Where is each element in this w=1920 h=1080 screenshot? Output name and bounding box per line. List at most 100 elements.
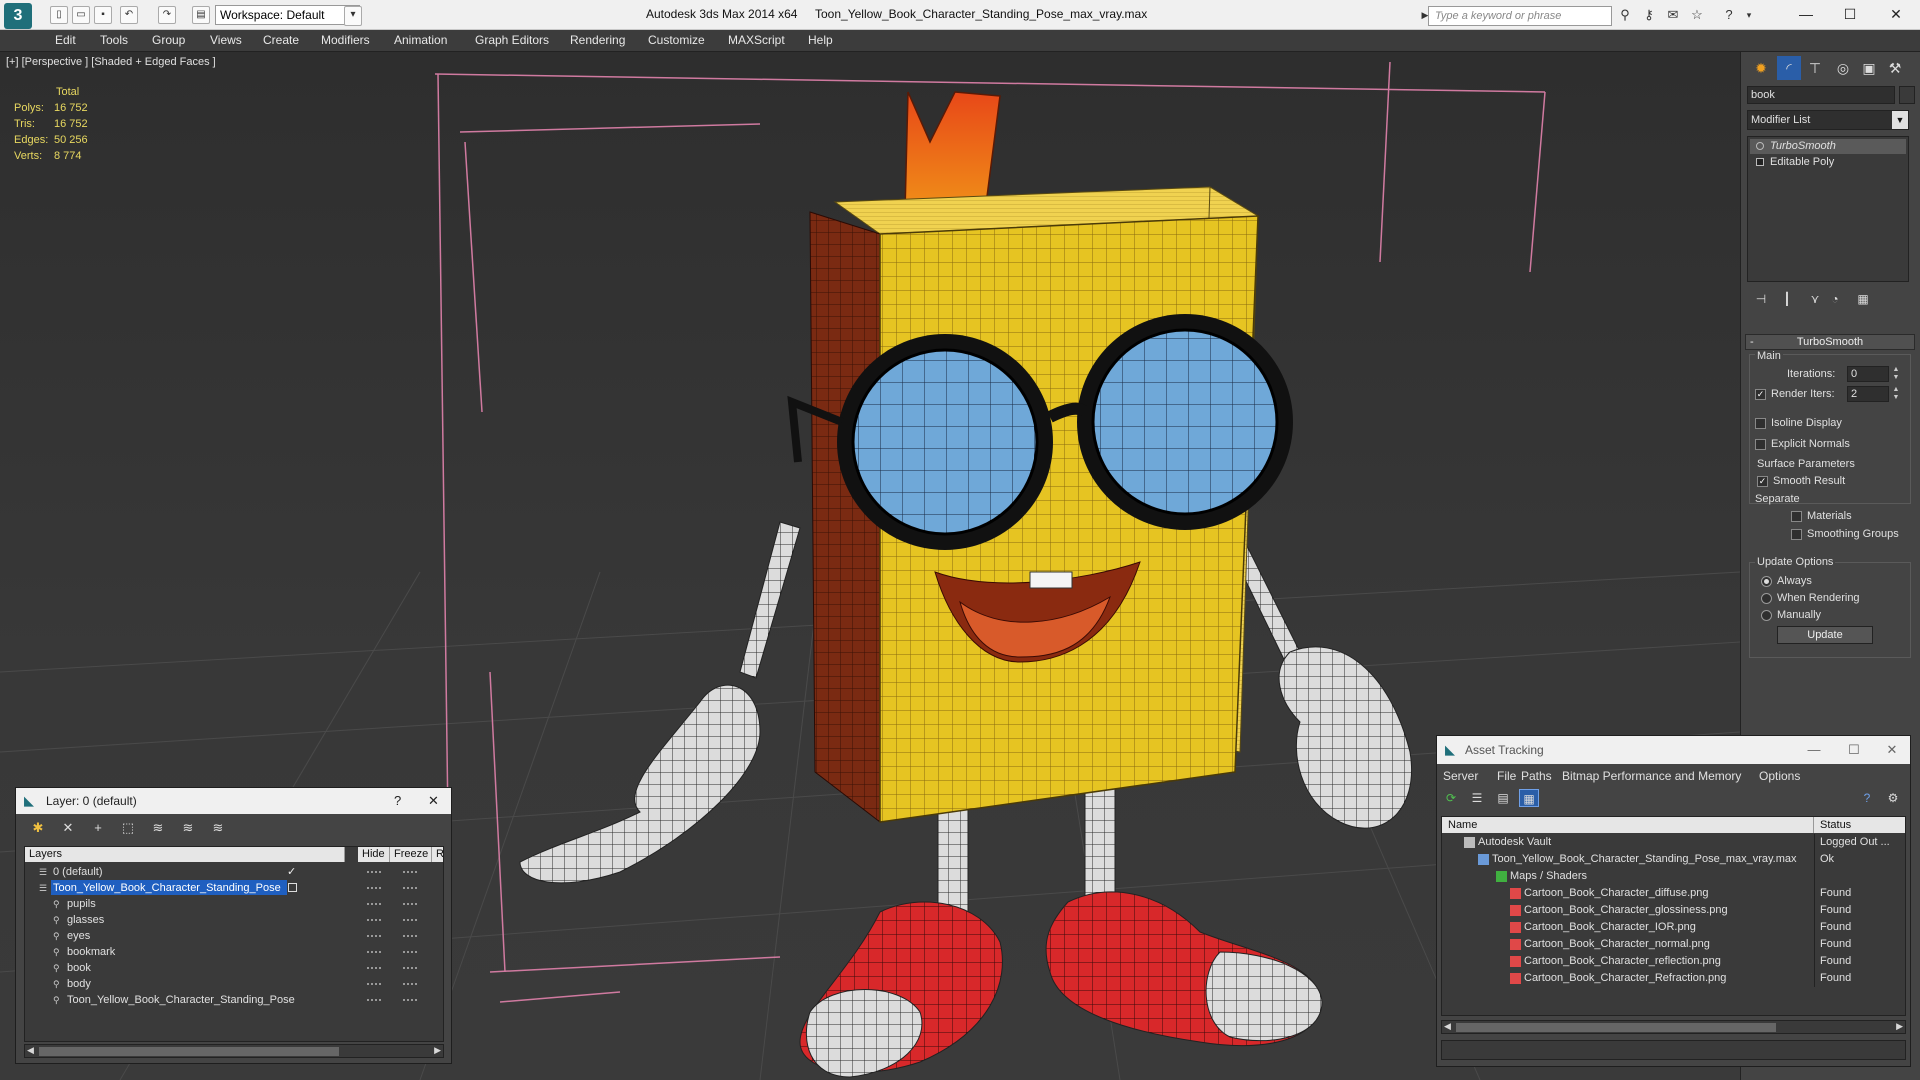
scroll-right-icon[interactable]: ▶	[1896, 1021, 1903, 1032]
menu-tools[interactable]: Tools	[100, 33, 128, 47]
asset-row[interactable]: Toon_Yellow_Book_Character_Standing_Pose…	[1442, 851, 1905, 868]
object-name-field[interactable]: book	[1747, 86, 1895, 104]
delete-layer-icon[interactable]: ✕	[58, 819, 78, 837]
hide-toggle[interactable]	[367, 887, 381, 889]
remove-modifier-icon[interactable]: ◔	[1825, 290, 1845, 308]
hide-toggle[interactable]	[367, 919, 381, 921]
object-color-swatch[interactable]	[1899, 86, 1915, 104]
scroll-thumb[interactable]	[39, 1047, 339, 1056]
menu-rendering[interactable]: Rendering	[570, 33, 625, 47]
freeze-toggle[interactable]	[403, 871, 417, 873]
asset-row[interactable]: Cartoon_Book_Character_IOR.png Found	[1442, 919, 1905, 936]
menu-views[interactable]: Views	[210, 33, 242, 47]
save-file-icon[interactable]: ▪	[94, 6, 112, 24]
asset-row[interactable]: Cartoon_Book_Character_normal.png Found	[1442, 936, 1905, 953]
undo-icon[interactable]: ↶	[120, 6, 138, 24]
asset-row[interactable]: Autodesk Vault Logged Out ...	[1442, 834, 1905, 851]
hierarchy-tab-icon[interactable]: ⊤	[1803, 56, 1827, 80]
make-unique-icon[interactable]: ⋎	[1805, 290, 1825, 308]
stack-item-turbosmooth[interactable]: TurboSmooth	[1750, 139, 1906, 154]
subscription-icon[interactable]: ⚷	[1640, 7, 1658, 23]
add-to-layer-icon[interactable]: +	[88, 819, 108, 837]
open-file-icon[interactable]: ▭	[72, 6, 90, 24]
maximize-icon[interactable]: ☐	[1828, 2, 1872, 26]
smooth-result-checkbox[interactable]: ✓	[1757, 476, 1768, 487]
display-tab-icon[interactable]: ▣	[1857, 56, 1881, 80]
help-icon[interactable]: ?	[1720, 7, 1738, 23]
help-icon[interactable]: ?	[1857, 789, 1877, 807]
scroll-left-icon[interactable]: ◀	[27, 1045, 34, 1056]
manually-radio[interactable]	[1761, 610, 1772, 621]
hide-toggle[interactable]	[367, 951, 381, 953]
asset-row[interactable]: Cartoon_Book_Character_diffuse.png Found	[1442, 885, 1905, 902]
workspace-dropdown[interactable]: Workspace: Default ▼	[215, 5, 360, 25]
scroll-right-icon[interactable]: ▶	[434, 1045, 441, 1056]
lightbulb-icon[interactable]	[1756, 142, 1764, 150]
maximize-icon[interactable]: ☐	[1837, 740, 1871, 760]
close-icon[interactable]: ✕	[1875, 740, 1909, 760]
modifier-list-dropdown[interactable]: Modifier List ▼	[1747, 110, 1909, 130]
column-header-name[interactable]: Name	[1442, 817, 1814, 833]
asset-row[interactable]: Cartoon_Book_Character_reflection.png Fou…	[1442, 953, 1905, 970]
tree-view-icon[interactable]: ▤	[1493, 789, 1513, 807]
layer-row[interactable]: ⚲ body	[25, 976, 443, 992]
scroll-thumb[interactable]	[1456, 1023, 1776, 1032]
stack-item-editable-poly[interactable]: Editable Poly	[1750, 155, 1906, 170]
spinner-arrows-icon[interactable]: ▲ ▼	[1891, 386, 1901, 402]
current-layer-checkmark-icon[interactable]: ✓	[287, 864, 296, 880]
hide-toggle[interactable]	[367, 935, 381, 937]
project-folder-icon[interactable]: ▤	[192, 6, 210, 24]
configure-sets-icon[interactable]: ▦	[1853, 290, 1873, 308]
minimize-icon[interactable]: —	[1784, 2, 1828, 26]
freeze-toggle[interactable]	[403, 999, 417, 1001]
spinner-arrows-icon[interactable]: ▲ ▼	[1891, 366, 1901, 382]
column-header-status[interactable]: Status	[1814, 817, 1905, 833]
create-tab-icon[interactable]: ✹	[1749, 56, 1773, 80]
asset-path-field[interactable]	[1441, 1040, 1906, 1060]
menu-help[interactable]: Help	[808, 33, 833, 47]
workspace-menu-icon[interactable]: ▾	[344, 6, 362, 26]
menu-group[interactable]: Group	[152, 33, 185, 47]
menu-customize[interactable]: Customize	[648, 33, 705, 47]
freeze-toggle[interactable]	[403, 983, 417, 985]
layer-row[interactable]: ⚲ glasses	[25, 912, 443, 928]
menu-animation[interactable]: Animation	[394, 33, 447, 47]
render-iters-spinner[interactable]: 2	[1847, 386, 1889, 402]
highlight-layer-icon[interactable]: ≋	[148, 819, 168, 837]
asset-row[interactable]: Cartoon_Book_Character_glossiness.png Fou…	[1442, 902, 1905, 919]
layer-row[interactable]: ⚲ book	[25, 960, 443, 976]
search-input[interactable]: Type a keyword or phrase	[1428, 6, 1612, 26]
hide-toggle[interactable]	[367, 999, 381, 1001]
asset-row[interactable]: Cartoon_Book_Character_Refraction.png Fou…	[1442, 970, 1905, 987]
menu-maxscript[interactable]: MAXScript	[728, 33, 785, 47]
menu-paths[interactable]: Paths	[1521, 769, 1552, 783]
layer-row[interactable]: ☰ Toon_Yellow_Book_Character_Standing_Pos…	[25, 880, 443, 896]
layer-row[interactable]: ⚲ Toon_Yellow_Book_Character_Standing_Pos…	[25, 992, 443, 1008]
turbosmooth-rollout-header[interactable]: - TurboSmooth	[1745, 334, 1915, 350]
communication-icon[interactable]: ✉	[1664, 7, 1682, 23]
layer-dialog-titlebar[interactable]: ◣ Layer: 0 (default) ? ✕	[16, 788, 451, 814]
set-current-layer-icon[interactable]	[288, 883, 297, 892]
layer-row[interactable]: ⚲ eyes	[25, 928, 443, 944]
select-objects-icon[interactable]: ⬚	[118, 819, 138, 837]
menu-edit[interactable]: Edit	[55, 33, 76, 47]
render-iters-checkbox[interactable]: ✓	[1755, 389, 1766, 400]
hide-toggle[interactable]	[367, 903, 381, 905]
freeze-toggle[interactable]	[403, 967, 417, 969]
always-radio[interactable]	[1761, 576, 1772, 587]
layer-row[interactable]: ⚲ pupils	[25, 896, 443, 912]
menu-file[interactable]: File	[1497, 769, 1516, 783]
hide-toggle[interactable]	[367, 983, 381, 985]
menu-bitmap-performance[interactable]: Bitmap Performance and Memory	[1562, 769, 1741, 783]
close-icon[interactable]: ✕	[1874, 2, 1918, 26]
close-icon[interactable]: ✕	[428, 793, 439, 809]
menu-server[interactable]: Server	[1443, 769, 1478, 783]
expand-icon[interactable]	[1756, 158, 1764, 166]
menu-create[interactable]: Create	[263, 33, 299, 47]
hide-toggle[interactable]	[367, 871, 381, 873]
asset-tracking-titlebar[interactable]: ◣ Asset Tracking — ☐ ✕	[1437, 736, 1910, 764]
materials-checkbox[interactable]	[1791, 511, 1802, 522]
app-menu-button[interactable]: 3	[4, 3, 32, 29]
asset-row[interactable]: Maps / Shaders	[1442, 868, 1905, 885]
isoline-display-checkbox[interactable]	[1755, 418, 1766, 429]
